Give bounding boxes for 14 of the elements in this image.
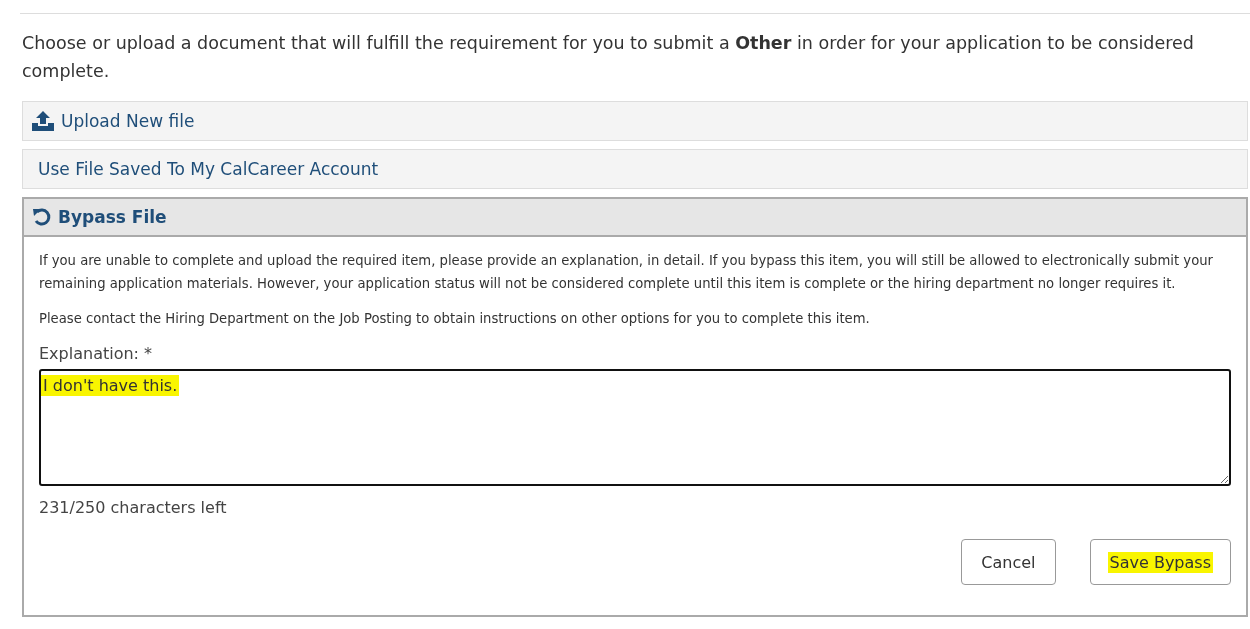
cancel-button[interactable]: Cancel [961,539,1056,585]
accordion-header[interactable]: Bypass File [22,197,1248,237]
explanation-text: I don't have this. [41,375,180,396]
accordion-header[interactable]: Upload New file [22,101,1248,141]
undo-icon [32,207,52,227]
character-counter: 231/250 characters left [39,498,227,517]
instructions-text: Choose or upload a document that will fulfill the requirement for you to submit a Other in order for your application to be considered complete. [22,32,1195,83]
help-text: Please contact the Hiring Department on the Job Posting to obtain instructions on other options for you to complete this item. [39,310,871,328]
accordion-header[interactable]: Use File Saved To My CalCareer Account [22,149,1248,189]
save-button[interactable]: Save Bypass [1089,539,1231,585]
help-text: If you are unable to complete and upload the required item, please provide an explanation, in detail. If you bypass this item, you will still be allowed to electronically submit your remaining application materials. However, your application status will not be considered complete until this item is complete or the hiring department no longer requires it. [39,252,1214,293]
explanation-field[interactable] [39,369,1231,486]
upload-icon [31,110,55,132]
field-label: Explanation: * [39,344,153,363]
